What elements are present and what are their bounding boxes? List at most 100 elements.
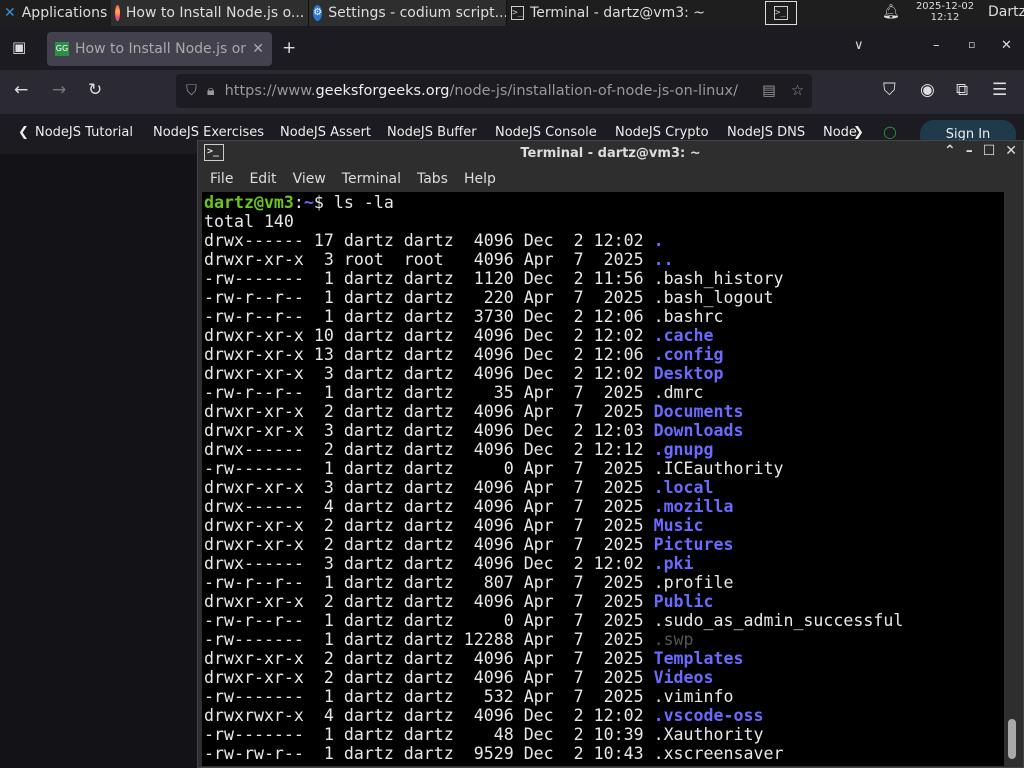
bookmark-link[interactable]: NodeJS Buffer [387,125,477,140]
file-meta: drwxr-xr-x 2 dartz dartz 4096 Apr 7 2025 [204,649,654,668]
bookmark-link[interactable]: NodeJS Console [495,125,597,140]
file-name: .config [653,345,724,364]
url-bar[interactable]: ⛉ 🔒︎ https://www.geeksforgeeks.org/node-j… [176,74,812,108]
listing-row: -rw------- 1 dartz dartz 12288 Apr 7 202… [204,630,1004,649]
taskbar-window-firefox[interactable]: How to Install Node.js o... [111,0,310,26]
file-name: .local [653,478,714,497]
file-meta: drwxr-xr-x 2 dartz dartz 4096 Apr 7 2025 [204,535,654,554]
file-name: .bash_logout [653,288,774,307]
file-name: .xscreensaver [653,744,784,763]
browser-tab-bar: ▣ GG How to Install Node.js on ✕ + ∨ – ▫ ✕ [0,26,1024,70]
file-meta: drwx------ 2 dartz dartz 4096 Dec 2 12:1… [204,440,654,459]
reload-icon[interactable]: ↻ [88,80,102,100]
file-name: .vscode-oss [653,706,764,725]
file-meta: drwxr-xr-x 3 root root 4096 Apr 7 2025 [204,250,654,269]
bookmark-link[interactable]: Node [823,125,857,140]
clock[interactable]: 2025-12-02 12:12 [910,1,980,23]
bookmark-link[interactable]: NodeJS Tutorial [35,125,133,140]
bookmark-link[interactable]: NodeJS Exercises [153,125,264,140]
scrollbar-thumb[interactable] [1008,719,1016,759]
extensions-icon[interactable]: ⧉ [956,80,968,100]
chevron-right-icon[interactable]: ❯ [853,125,864,140]
listing-row: -rw-rw-r-- 1 dartz dartz 9529 Dec 2 10:4… [204,744,1004,763]
menu-view[interactable]: View [285,171,334,187]
url-text: https://www.geeksforgeeks.org/node-js/in… [224,83,738,99]
listing-row: drwxr-xr-x 3 dartz dartz 4096 Dec 2 12:0… [204,364,1004,383]
bookmark-link[interactable]: NodeJS Crypto [615,125,709,140]
listing-row: -rw-r--r-- 1 dartz dartz 0 Apr 7 2025 .s… [204,611,1004,630]
file-name: Downloads [653,421,744,440]
terminal-titlebar[interactable]: >_ Terminal - dartz@vm3: ~ ⌃ – ☐ ✕ [198,141,1023,166]
file-meta: -rw------- 1 dartz dartz 0 Apr 7 2025 [204,459,654,478]
maximize-button[interactable]: ▫ [968,38,975,51]
back-icon[interactable]: ← [14,80,28,100]
file-name: . [653,231,664,250]
pocket-icon[interactable]: ⛉ [883,80,896,100]
taskbar-window-terminal[interactable]: >_ Terminal - dartz@vm3: ~ [507,0,707,26]
terminal-launcher-button[interactable]: >_ [765,1,797,25]
shade-button[interactable]: ⌃ [944,143,956,159]
menu-file[interactable]: File [202,171,241,187]
listing-row: drwxr-xr-x 10 dartz dartz 4096 Dec 2 12:… [204,326,1004,345]
close-button[interactable]: ✕ [1005,143,1017,159]
notification-bell-icon[interactable]: 🔔︎ [882,4,900,20]
close-button[interactable]: ✕ [1001,38,1012,53]
menu-icon[interactable]: ☰ [992,80,1007,100]
file-name: .pki [653,554,694,573]
taskbar-window-settings[interactable]: ⚙ Settings - codium script... [309,0,508,26]
lock-icon[interactable]: 🔒︎ [207,83,215,99]
file-name: Music [653,516,704,535]
menu-terminal[interactable]: Terminal [334,171,409,187]
tab-list-icon[interactable]: ▣ [12,38,26,56]
prompt-line: dartz@vm3:~$ ls -la [204,193,394,212]
file-meta: -rw-r--r-- 1 dartz dartz 807 Apr 7 2025 [204,573,654,592]
bookmark-link[interactable]: NodeJS Assert [280,125,371,140]
file-meta: -rw------- 1 dartz dartz 532 Apr 7 2025 [204,687,654,706]
browser-tab[interactable]: GG How to Install Node.js on ✕ [47,32,272,66]
firefox-icon [115,5,120,21]
file-meta: drwxr-xr-x 3 dartz dartz 4096 Apr 7 2025 [204,478,654,497]
terminal-output[interactable]: dartz@vm3:~$ ls -la total 140 drwx------… [202,192,1004,766]
gfg-favicon-icon: GG [55,42,69,56]
listing-row: -rw------- 1 dartz dartz 1120 Dec 2 11:5… [204,269,1004,288]
listing-row: drwxr-xr-x 3 dartz dartz 4096 Dec 2 12:0… [204,421,1004,440]
bookmark-link[interactable]: NodeJS DNS [727,125,805,140]
file-name: .cache [653,326,714,345]
listing-row: drwxr-xr-x 2 dartz dartz 4096 Apr 7 2025… [204,649,1004,668]
chevron-left-icon[interactable]: ❮ [18,125,29,140]
reader-view-icon[interactable]: ▤ [762,83,776,99]
file-meta: drwxr-xr-x 13 dartz dartz 4096 Dec 2 12:… [204,345,654,364]
menu-tabs[interactable]: Tabs [409,171,456,187]
taskbar: ✕ Applications How to Install Node.js o..… [0,0,1024,26]
file-meta: drwxr-xr-x 2 dartz dartz 4096 Apr 7 2025 [204,402,654,421]
scrollbar[interactable] [1005,192,1021,766]
applications-menu[interactable]: ✕ Applications [0,0,111,26]
file-meta: -rw-r--r-- 1 dartz dartz 0 Apr 7 2025 [204,611,654,630]
file-meta: drwx------ 4 dartz dartz 4096 Apr 7 2025 [204,497,654,516]
chevron-down-icon[interactable]: ∨ [854,38,864,53]
forward-icon[interactable]: → [52,80,66,100]
listing-row: drwxr-xr-x 2 dartz dartz 4096 Apr 7 2025… [204,592,1004,611]
page-content [0,154,197,768]
file-name: .mozilla [653,497,734,516]
menu-help[interactable]: Help [456,171,504,187]
minimize-button[interactable]: – [966,143,973,159]
star-icon[interactable]: ☆ [791,83,804,99]
file-meta: drwxr-xr-x 3 dartz dartz 4096 Dec 2 12:0… [204,364,654,383]
search-icon[interactable]: ○ [883,122,897,141]
minimize-button[interactable]: – [933,38,940,53]
menu-edit[interactable]: Edit [241,171,284,187]
account-icon[interactable]: ◉ [920,80,935,100]
file-name: .viminfo [653,687,734,706]
shield-icon[interactable]: ⛉ [186,83,197,99]
close-tab-icon[interactable]: ✕ [252,41,264,57]
listing-row: -rw------- 1 dartz dartz 48 Dec 2 10:39 … [204,725,1004,744]
user-menu[interactable]: Dartz [988,4,1024,20]
maximize-button[interactable]: ☐ [983,143,996,159]
file-meta: -rw------- 1 dartz dartz 48 Dec 2 10:39 [204,725,654,744]
new-tab-button[interactable]: + [282,38,296,58]
file-name: .sudo_as_admin_successful [653,611,904,630]
file-meta: drwxr-xr-x 10 dartz dartz 4096 Dec 2 12:… [204,326,654,345]
file-name: .ICEauthority [653,459,784,478]
file-name: .. [653,250,674,269]
